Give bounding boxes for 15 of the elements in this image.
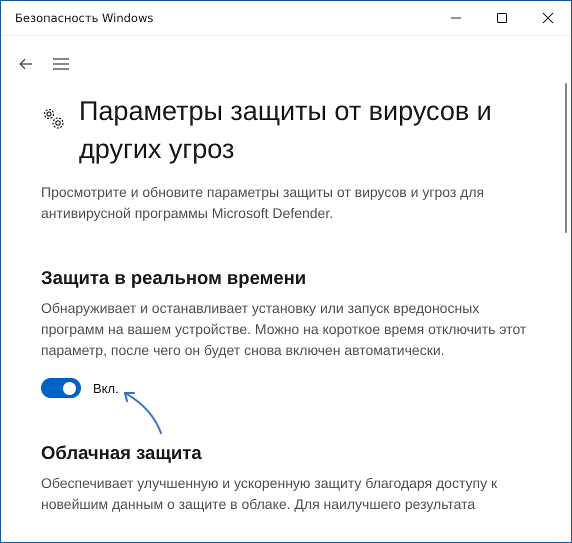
toggle-switch[interactable]	[41, 378, 81, 398]
toggle-label: Вкл.	[93, 380, 119, 396]
section-description: Обеспечивает улучшенную и ускоренную защиту благодаря доступу к новейшим данным о защите в облаке. Для наилучшего результата	[41, 474, 498, 514]
section-heading: Облачная защита	[41, 441, 203, 465]
back-arrow-icon	[19, 58, 33, 70]
close-icon	[542, 12, 554, 24]
scrollbar[interactable]	[565, 83, 567, 233]
annotation-arrow	[121, 389, 165, 435]
section-description: Обнаруживает и останавливает установку или запуск вредоносных программ на вашем устройстве. Можно на короткое время отключить этот параметр, после чего он будет снова включен автоматически.	[41, 299, 528, 360]
section-heading: Защита в реальном времени	[41, 266, 308, 290]
window-title: Безопасность Windows	[14, 11, 154, 25]
maximize-icon	[496, 12, 508, 24]
page-description: Просмотрите и обновите параметры защиты от вирусов и угроз для антивирусной программы Microsoft Defender.	[41, 183, 486, 223]
menu-icon	[53, 58, 69, 70]
page-title: Параметры защиты от вирусов и других угроз	[79, 95, 493, 166]
